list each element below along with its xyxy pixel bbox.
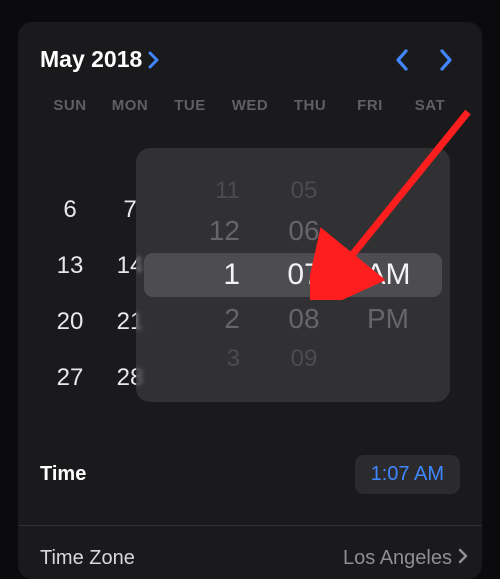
timezone-row[interactable]: Time Zone Los Angeles xyxy=(40,539,468,577)
weekday-label: MON xyxy=(100,97,160,114)
chevron-right-icon xyxy=(148,51,160,69)
prev-month-button[interactable] xyxy=(394,48,410,72)
weekday-label: TUE xyxy=(160,97,220,114)
minute-option: 08 xyxy=(288,297,319,341)
ampm-spacer xyxy=(384,165,392,209)
hour-selected: 1 xyxy=(180,253,240,297)
timezone-value: Los Angeles xyxy=(343,547,468,570)
hour-option: 11 xyxy=(180,173,240,209)
month-title: May 2018 xyxy=(40,46,142,73)
minute-option: 09 xyxy=(291,341,318,377)
minute-option: 05 xyxy=(291,173,318,209)
time-row: Time 1:07 AM xyxy=(40,452,460,496)
month-nav xyxy=(394,48,454,72)
weekday-label: SAT xyxy=(400,97,460,114)
minute-selected: 07 xyxy=(287,253,320,297)
ampm-selected: AM xyxy=(366,253,411,297)
weekday-label: THU xyxy=(280,97,340,114)
ampm-option: PM xyxy=(367,297,409,341)
weekday-label: SUN xyxy=(40,97,100,114)
minute-wheel[interactable]: 05 06 07 08 09 xyxy=(262,148,346,402)
timezone-label: Time Zone xyxy=(40,547,135,570)
weekday-header: SUN MON TUE WED THU FRI SAT xyxy=(40,97,460,114)
time-label: Time xyxy=(40,463,86,486)
minute-option: 06 xyxy=(288,209,319,253)
weekday-label: FRI xyxy=(340,97,400,114)
divider xyxy=(18,525,482,526)
ampm-wheel[interactable]: AM PM xyxy=(346,148,450,402)
timezone-value-text: Los Angeles xyxy=(343,547,452,570)
ampm-spacer xyxy=(384,209,392,253)
ampm-spacer xyxy=(384,341,392,385)
calendar-day[interactable]: 13 xyxy=(40,248,100,284)
time-value-button[interactable]: 1:07 AM xyxy=(355,455,460,494)
month-header: May 2018 xyxy=(40,46,460,73)
chevron-right-icon xyxy=(458,547,468,570)
hour-option: 3 xyxy=(180,341,240,377)
hour-wheel[interactable]: 11 12 1 2 3 xyxy=(136,148,262,402)
month-selector[interactable]: May 2018 xyxy=(40,46,160,73)
next-month-button[interactable] xyxy=(438,48,454,72)
calendar-day[interactable]: 20 xyxy=(40,304,100,340)
calendar-day[interactable] xyxy=(40,136,100,172)
hour-option: 2 xyxy=(180,297,240,341)
time-picker-overlay[interactable]: 11 12 1 2 3 05 06 07 08 09 AM PM xyxy=(136,148,450,402)
hour-option: 12 xyxy=(180,209,240,253)
calendar-day[interactable]: 27 xyxy=(40,360,100,396)
weekday-label: WED xyxy=(220,97,280,114)
calendar-day[interactable]: 6 xyxy=(40,192,100,228)
